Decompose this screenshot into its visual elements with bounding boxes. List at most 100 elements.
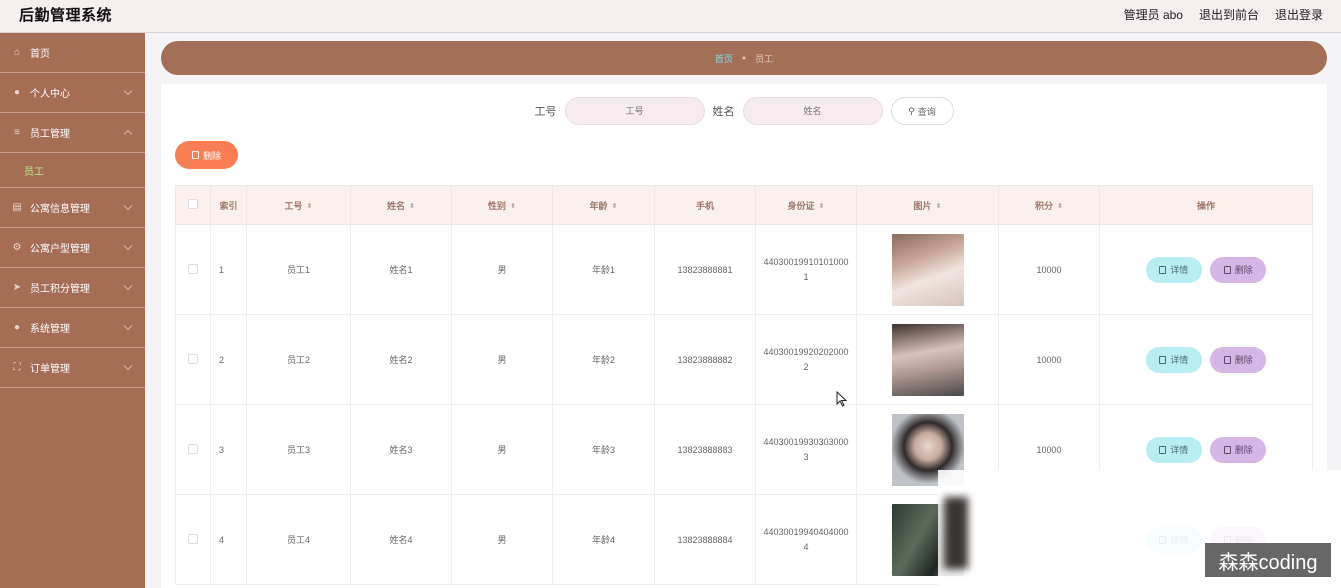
row-checkbox[interactable] [188,533,198,544]
column-header: 操作 [1099,185,1313,225]
search-form: 工号 姓名 ⚲ 查询 [161,97,1327,125]
sidebar-item-label: 系统管理 [30,324,70,335]
row-checkbox-cell[interactable] [175,494,211,585]
delete-button[interactable]: 删除 [1210,346,1267,373]
column-header[interactable]: 图片 ⬍ [856,185,999,225]
delete-button-label: 删除 [1234,445,1253,455]
column-header-label: 身份证 [787,200,815,211]
logout-link[interactable]: 退出登录 [1275,6,1323,23]
cell-actions: 详情 删除 [1099,314,1313,405]
back-to-front-link[interactable]: 退出到前台 [1199,6,1259,23]
sidebar-item-label: 个人中心 [30,89,70,100]
cell-phone: 13823888881 [654,224,756,315]
employee-id-input[interactable] [564,97,705,125]
idcard-text: 440300199303030003 [763,436,849,462]
chevron-down-icon [123,86,133,96]
cell-gender: 男 [451,224,553,315]
cell-gender: 男 [451,494,553,585]
cell-age: 年龄1 [552,224,655,315]
breadcrumb-home-link[interactable]: 首页 [715,52,733,65]
cell-gender: 男 [451,404,553,495]
trash-icon [1223,265,1231,274]
column-header[interactable]: 身份证 ⬍ [755,185,857,225]
app-title: 后勤管理系统 [19,7,113,24]
home-icon: ⌂ [13,46,21,58]
table-row: 2 员工2 姓名2 男 年龄2 13823888882 440300199202… [175,314,1313,405]
trash-icon [1223,355,1231,364]
column-header[interactable]: 工号 ⬍ [246,185,351,225]
sort-icon[interactable]: ⬍ [612,203,618,210]
sort-icon[interactable]: ⬍ [936,203,942,210]
cell-age: 年龄3 [552,404,655,495]
idcard-text: 440300199101010001 [763,256,849,282]
chevron-down-icon [123,241,133,251]
search-button[interactable]: ⚲ 查询 [890,97,954,125]
delete-button-label: 删除 [1234,355,1253,365]
row-checkbox-cell[interactable] [175,404,211,495]
sidebar-item-label: 首页 [30,49,50,60]
detail-button-label: 详情 [1170,445,1189,455]
name-label: 姓名 [712,106,735,118]
chevron-down-icon [123,281,133,291]
sort-icon[interactable]: ⬍ [1057,203,1063,210]
detail-button-label: 详情 [1170,355,1189,365]
search-icon: ⚲ [908,105,915,116]
gear-icon: ⚙ [12,241,22,253]
sidebar-item-staff-management[interactable]: ≡ 员工管理 [0,113,145,153]
select-all-checkbox[interactable] [188,199,198,209]
sort-icon[interactable]: ⬍ [819,203,825,210]
delete-button-label: 删除 [1234,265,1253,275]
breadcrumb-current: 员工 [755,53,774,64]
sidebar-item-system[interactable]: ● 系统管理 [0,308,145,348]
bulk-delete-button[interactable]: 删除 [175,141,238,169]
cell-index: 4 [210,494,247,585]
column-header[interactable]: 年龄 ⬍ [552,185,655,225]
row-checkbox-cell[interactable] [175,224,211,315]
row-checkbox-cell[interactable] [175,314,211,405]
detail-button[interactable]: 详情 [1145,346,1202,373]
cell-name: 姓名4 [350,494,452,585]
column-header[interactable]: 积分 ⬍ [998,185,1100,225]
breadcrumb: 首页 ● 员工 [161,41,1327,75]
sidebar-item-apartment-info[interactable]: ▤ 公寓信息管理 [0,188,145,228]
column-header[interactable]: 姓名 ⬍ [350,185,452,225]
bulk-delete-label: 删除 [202,150,221,161]
sidebar-subitem-staff[interactable]: 员工 [0,153,145,188]
column-header[interactable]: 性别 ⬍ [451,185,553,225]
detail-button[interactable]: 详情 [1145,436,1202,463]
employee-photo [891,233,964,306]
row-checkbox[interactable] [188,353,198,364]
select-all-checkbox-cell[interactable] [175,185,211,225]
column-header-label: 积分 [1035,200,1054,211]
chevron-down-icon [123,361,133,371]
cell-phone: 13823888884 [654,494,756,585]
cell-employee-id: 员工2 [246,314,351,405]
detail-icon [1159,445,1167,454]
detail-button[interactable]: 详情 [1145,256,1202,283]
column-header: 手机 [654,185,756,225]
clipboard-icon: ▤ [12,201,22,213]
sidebar-item-staff-points[interactable]: ➤ 员工积分管理 [0,268,145,308]
name-input[interactable] [742,97,883,125]
cell-name: 姓名2 [350,314,452,405]
sidebar-item-orders[interactable]: ⛶ 订单管理 [0,348,145,388]
detail-button-label: 详情 [1170,265,1189,275]
idcard-text: 440300199404040004 [763,526,849,552]
row-checkbox[interactable] [188,263,198,274]
sidebar-item-profile[interactable]: ● 个人中心 [0,73,145,113]
sort-icon[interactable]: ⬍ [510,203,516,210]
sort-icon[interactable]: ⬍ [409,203,415,210]
cell-index: 3 [210,404,247,495]
table-row: 1 员工1 姓名1 男 年龄1 13823888881 440300199101… [175,224,1313,315]
delete-button[interactable]: 删除 [1210,256,1267,283]
sort-icon[interactable]: ⬍ [307,203,313,210]
cell-idcard: 440300199101010001 [755,224,857,315]
row-checkbox[interactable] [188,443,198,454]
sidebar-item-home[interactable]: ⌂ 首页 [0,33,145,73]
cell-index: 1 [210,224,247,315]
cell-phone: 13823888883 [654,404,756,495]
sidebar-item-apartment-type[interactable]: ⚙ 公寓户型管理 [0,228,145,268]
delete-button[interactable]: 删除 [1210,436,1267,463]
cell-index: 2 [210,314,247,405]
cell-photo [856,314,999,405]
